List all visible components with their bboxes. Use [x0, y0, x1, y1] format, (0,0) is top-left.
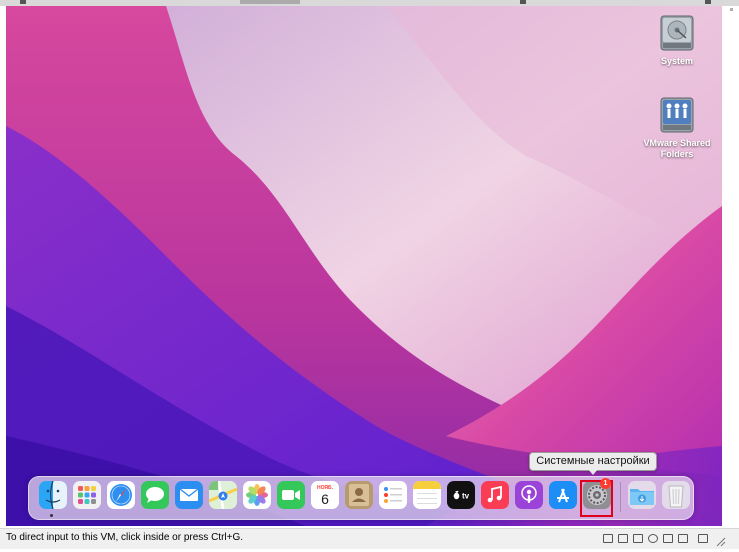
reminders-icon	[379, 481, 407, 509]
dock-safari[interactable]	[107, 481, 135, 509]
toolbar-glyph	[705, 0, 711, 4]
launchpad-icon	[73, 481, 101, 509]
shared-folders-icon	[660, 97, 694, 133]
podcasts-icon	[515, 481, 543, 509]
desktop-icon-vmware-shared-folders[interactable]: VMware Shared Folders	[637, 94, 717, 160]
notification-badge: 1	[600, 478, 611, 489]
dock-music[interactable]	[481, 481, 509, 509]
trash-icon	[662, 481, 690, 509]
dock-contacts[interactable]	[345, 481, 373, 509]
desktop-icon-label: Folders	[660, 149, 694, 159]
vm-status-bar: To direct input to this VM, click inside…	[0, 528, 739, 549]
dock-photos[interactable]	[243, 481, 271, 509]
finder-icon	[39, 481, 67, 509]
dock-tv[interactable]: tv	[447, 481, 475, 509]
notes-icon	[413, 481, 441, 509]
cd-rom-status-icon[interactable]	[618, 534, 628, 543]
message-log-icon[interactable]	[698, 534, 708, 543]
dock-separator	[620, 482, 621, 512]
calendar-day: 6	[321, 491, 329, 507]
window-right-gutter	[722, 6, 739, 526]
dock-messages[interactable]	[141, 481, 169, 509]
running-indicator	[50, 514, 53, 517]
resize-grip-icon[interactable]	[716, 534, 726, 547]
dock-app-store[interactable]	[549, 481, 577, 509]
tooltip-caret	[588, 469, 598, 475]
calendar-icon: НОЯБ. 6	[311, 481, 339, 509]
photos-icon	[243, 481, 271, 509]
desktop-wallpaper	[6, 6, 722, 526]
scroll-indicator[interactable]	[730, 8, 733, 11]
facetime-icon	[277, 481, 305, 509]
display-status-icon[interactable]	[678, 534, 688, 543]
hard-drive-icon	[660, 15, 694, 51]
tv-label: tv	[462, 492, 470, 501]
apple-tv-icon: tv	[447, 481, 475, 509]
vm-screen[interactable]	[6, 6, 722, 526]
app-store-icon	[549, 481, 577, 509]
dock-reminders[interactable]	[379, 481, 407, 509]
dock-notes[interactable]	[413, 481, 441, 509]
toolbar-glyph	[520, 0, 526, 4]
dock-mail[interactable]	[175, 481, 203, 509]
maps-icon	[209, 481, 237, 509]
toolbar-glyph	[240, 0, 300, 4]
safari-icon	[107, 481, 135, 509]
desktop-icon-label: System	[660, 56, 694, 66]
desktop-icon-system[interactable]: System	[637, 12, 717, 67]
dock-podcasts[interactable]	[515, 481, 543, 509]
dock-trash[interactable]	[662, 481, 690, 509]
status-message: To direct input to this VM, click inside…	[6, 532, 244, 543]
music-icon	[481, 481, 509, 509]
toolbar-glyph	[20, 0, 26, 4]
downloads-folder-icon	[628, 481, 656, 509]
hard-disk-status-icon[interactable]	[603, 534, 613, 543]
desktop-icon-label: VMware Shared	[643, 138, 711, 148]
dock-finder[interactable]	[39, 481, 67, 509]
dock-launchpad[interactable]	[73, 481, 101, 509]
dock-maps[interactable]	[209, 481, 237, 509]
usb-status-icon[interactable]	[648, 534, 658, 543]
dock-facetime[interactable]	[277, 481, 305, 509]
dock-downloads[interactable]	[628, 481, 656, 509]
contacts-icon	[345, 481, 373, 509]
sound-status-icon[interactable]	[663, 534, 673, 543]
dock-calendar[interactable]: НОЯБ. 6	[311, 481, 339, 509]
network-status-icon[interactable]	[633, 534, 643, 543]
mail-icon	[175, 481, 203, 509]
messages-icon	[141, 481, 169, 509]
